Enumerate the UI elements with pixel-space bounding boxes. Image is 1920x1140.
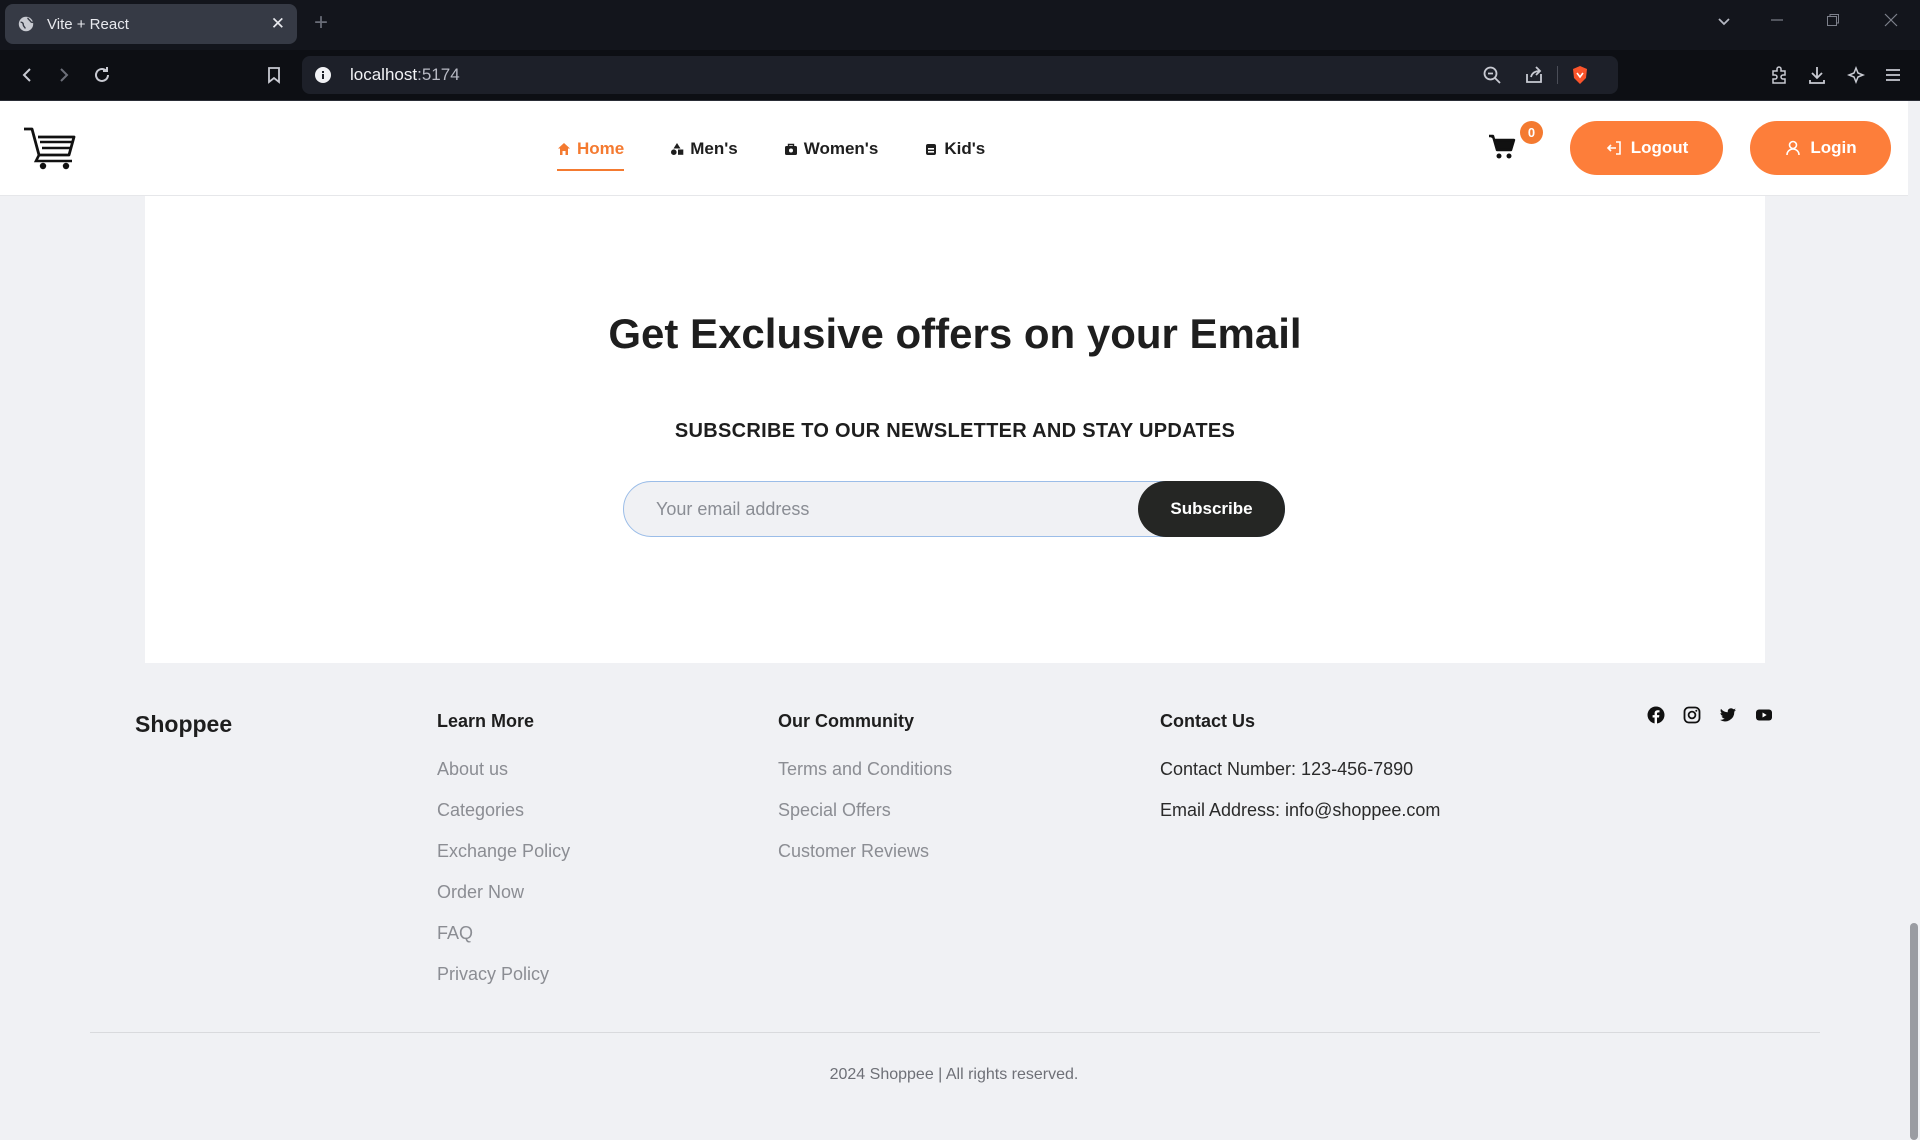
nav-kids-label: Kid's bbox=[944, 139, 986, 158]
handbag-icon bbox=[784, 143, 797, 155]
logout-label: Logout bbox=[1630, 138, 1689, 157]
restore-window-icon[interactable] bbox=[1826, 13, 1840, 32]
downloads-icon[interactable] bbox=[1806, 64, 1828, 86]
footer-contact: Contact Us Contact Number: 123-456-7890 … bbox=[1160, 711, 1440, 841]
user-icon bbox=[1786, 140, 1801, 156]
footer-link-categories[interactable]: Categories bbox=[437, 800, 570, 841]
home-icon bbox=[558, 143, 570, 155]
learn-more-heading: Learn More bbox=[437, 711, 535, 731]
share-icon[interactable] bbox=[1524, 65, 1544, 85]
subscribe-button[interactable]: Subscribe bbox=[1138, 481, 1285, 537]
login-label: Login bbox=[1810, 138, 1857, 157]
close-window-icon[interactable] bbox=[1884, 13, 1898, 32]
footer-link-about[interactable]: About us bbox=[437, 759, 570, 800]
logout-icon bbox=[1606, 141, 1621, 155]
nav-womens[interactable]: Women's bbox=[784, 137, 879, 161]
globe-icon bbox=[18, 16, 34, 32]
logout-button[interactable]: Logout bbox=[1570, 121, 1723, 175]
footer-brand: Shoppee bbox=[135, 711, 233, 737]
footer-link-privacy-policy[interactable]: Privacy Policy bbox=[437, 964, 570, 1005]
newsletter-title: Get Exclusive offers on your Email bbox=[608, 310, 1302, 357]
nav-home-label: Home bbox=[577, 139, 625, 158]
footer-community: Our Community Terms and Conditions Speci… bbox=[778, 711, 952, 882]
page-scrollbar[interactable] bbox=[1908, 101, 1920, 1140]
instagram-icon[interactable] bbox=[1683, 706, 1701, 724]
newsletter-subtitle: SUBSCRIBE TO OUR NEWSLETTER AND STAY UPD… bbox=[674, 420, 1236, 442]
menu-icon[interactable] bbox=[1882, 64, 1904, 86]
facebook-icon[interactable] bbox=[1647, 706, 1665, 724]
back-icon[interactable] bbox=[16, 64, 38, 86]
site-header: Home Men's Women's Kid's 0 Logout Login bbox=[0, 101, 1908, 196]
site-info-icon[interactable] bbox=[314, 66, 332, 84]
browser-tab[interactable]: Vite + React ✕ bbox=[5, 4, 297, 44]
browser-tab-strip: Vite + React ✕ + bbox=[0, 0, 1920, 50]
contact-email: Email Address: info@shoppee.com bbox=[1160, 800, 1441, 820]
bookmark-icon[interactable] bbox=[263, 64, 285, 86]
cart-logo-icon[interactable] bbox=[22, 125, 78, 171]
url-text[interactable]: localhost:5174 bbox=[350, 65, 460, 85]
footer-link-terms[interactable]: Terms and Conditions bbox=[778, 759, 952, 800]
nav-home[interactable]: Home bbox=[557, 137, 625, 171]
youtube-icon[interactable] bbox=[1755, 706, 1773, 724]
kids-backpack-icon bbox=[926, 144, 937, 155]
minimize-window-icon[interactable] bbox=[1770, 13, 1784, 32]
nav-mens-label: Men's bbox=[690, 139, 738, 158]
newsletter-section: Get Exclusive offers on your Email SUBSC… bbox=[145, 196, 1765, 663]
community-heading: Our Community bbox=[778, 711, 915, 731]
newsletter-form: Subscribe bbox=[623, 481, 1285, 537]
close-tab-icon[interactable]: ✕ bbox=[271, 14, 285, 34]
shapes-icon bbox=[671, 143, 684, 155]
copyright-text: 2024 Shoppee | All rights reserved. bbox=[829, 1066, 1079, 1083]
footer-link-order-now[interactable]: Order Now bbox=[437, 882, 570, 923]
footer-divider bbox=[90, 1032, 1820, 1033]
footer-link-customer-reviews[interactable]: Customer Reviews bbox=[778, 841, 952, 882]
toolbar-separator bbox=[1557, 66, 1558, 84]
social-links bbox=[1647, 706, 1773, 724]
login-button[interactable]: Login bbox=[1750, 121, 1891, 175]
tab-search-chevron-icon[interactable] bbox=[1716, 13, 1732, 34]
nav-mens[interactable]: Men's bbox=[670, 137, 738, 161]
cart-icon[interactable] bbox=[1488, 134, 1516, 160]
brave-shield-icon[interactable] bbox=[1570, 65, 1590, 85]
twitter-icon[interactable] bbox=[1719, 706, 1737, 724]
nav-kids[interactable]: Kid's bbox=[924, 137, 985, 161]
footer-link-faq[interactable]: FAQ bbox=[437, 923, 570, 964]
zoom-icon[interactable] bbox=[1482, 65, 1502, 85]
footer-learn-more: Learn More About us Categories Exchange … bbox=[437, 711, 570, 1005]
footer-link-exchange-policy[interactable]: Exchange Policy bbox=[437, 841, 570, 882]
new-tab-icon[interactable]: + bbox=[314, 11, 328, 35]
email-input[interactable] bbox=[624, 482, 1144, 536]
tab-title: Vite + React bbox=[47, 15, 129, 33]
contact-phone: Contact Number: 123-456-7890 bbox=[1160, 759, 1414, 779]
forward-icon[interactable] bbox=[53, 64, 75, 86]
extensions-icon[interactable] bbox=[1768, 64, 1790, 86]
leo-ai-icon[interactable] bbox=[1845, 64, 1867, 86]
reload-icon[interactable] bbox=[91, 64, 113, 86]
cart-count-badge: 0 bbox=[1520, 121, 1543, 144]
footer-link-special-offers[interactable]: Special Offers bbox=[778, 800, 952, 841]
address-bar[interactable]: localhost:5174 bbox=[302, 56, 1618, 94]
nav-womens-label: Women's bbox=[803, 139, 879, 158]
browser-toolbar: localhost:5174 bbox=[0, 50, 1920, 101]
main-nav: Home Men's Women's Kid's bbox=[557, 137, 1031, 171]
scrollbar-thumb[interactable] bbox=[1910, 923, 1918, 1140]
contact-heading: Contact Us bbox=[1160, 711, 1256, 731]
